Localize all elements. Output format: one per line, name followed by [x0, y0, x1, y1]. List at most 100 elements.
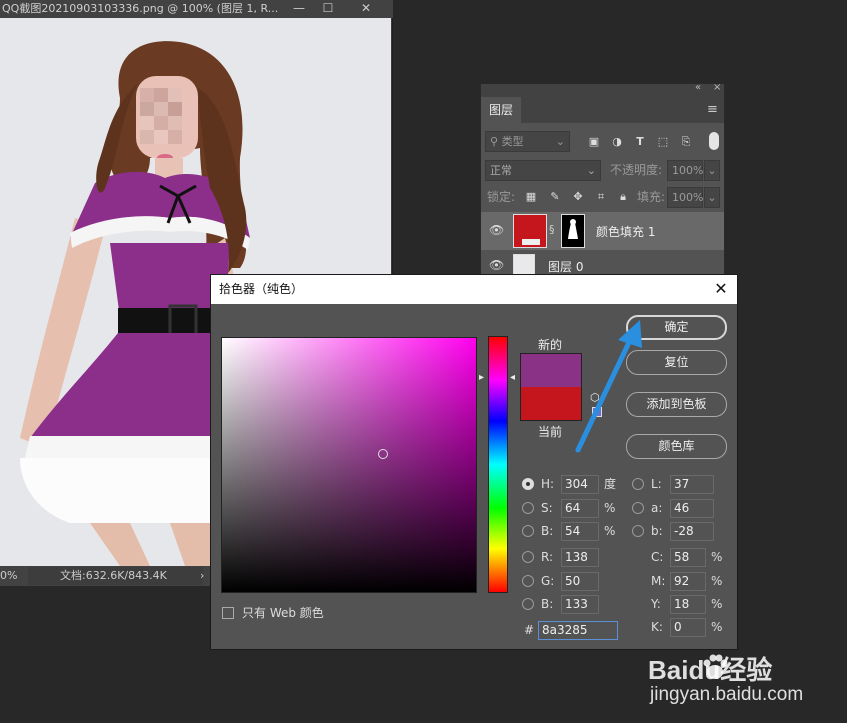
- radio-blue[interactable]: [522, 598, 534, 610]
- status-arrow-icon[interactable]: ›: [200, 566, 204, 586]
- a-input[interactable]: 46: [670, 499, 714, 518]
- color-field-cursor[interactable]: [378, 449, 388, 459]
- web-only-label: 只有 Web 颜色: [242, 606, 324, 620]
- panel-tab-row: 图层 ≡: [481, 97, 724, 123]
- close-window-button[interactable]: ✕: [353, 0, 379, 18]
- layer-name: 图层 0: [548, 260, 584, 274]
- s-label: S:: [541, 501, 553, 515]
- g-input[interactable]: 50: [561, 572, 599, 591]
- s-unit: %: [604, 501, 616, 515]
- lock-artboard-icon[interactable]: ⌗: [594, 190, 608, 204]
- fill-dropdown-icon[interactable]: ⌄: [704, 187, 720, 208]
- g-label: G:: [541, 574, 555, 588]
- zoom-level: 0%: [0, 569, 18, 582]
- tab-layers[interactable]: 图层: [481, 97, 522, 123]
- radio-a[interactable]: [632, 502, 644, 514]
- watermark-brand: Baidu经验: [648, 655, 773, 685]
- k-input[interactable]: 0: [670, 618, 706, 637]
- k-unit: %: [711, 620, 723, 634]
- image-filter-icon[interactable]: ▣: [587, 135, 601, 149]
- color-field[interactable]: [221, 337, 477, 593]
- adjustment-filter-icon[interactable]: ◑: [610, 135, 624, 149]
- radio-g[interactable]: [522, 575, 534, 587]
- radio-r[interactable]: [522, 551, 534, 563]
- h-input[interactable]: 304: [561, 475, 599, 494]
- b-unit: %: [604, 524, 616, 538]
- type-filter-icon[interactable]: T: [633, 135, 647, 149]
- radio-b[interactable]: [522, 525, 534, 537]
- fill-layer-thumbnail: [513, 214, 547, 248]
- radio-h[interactable]: [522, 478, 534, 490]
- maximize-button[interactable]: ☐: [315, 0, 341, 18]
- chevron-down-icon: ⌄: [555, 135, 565, 148]
- radio-s[interactable]: [522, 502, 534, 514]
- h-unit: 度: [604, 477, 617, 491]
- layer-row[interactable]: 👁︎ 图层 0: [481, 252, 724, 274]
- hue-slider-right-arrow-icon[interactable]: ◂: [510, 372, 515, 383]
- eye-icon[interactable]: 👁︎: [489, 223, 504, 237]
- l-input[interactable]: 37: [670, 475, 714, 494]
- fill-input[interactable]: 100%: [667, 187, 703, 208]
- y-input[interactable]: 18: [670, 595, 706, 614]
- current-label: 当前: [538, 425, 563, 439]
- color-picker-dialog: 拾色器（纯色） ✕ ▸ ◂ 新的 当前 ⬡ 确定 复位 添加到色板 颜色库 H:…: [210, 274, 738, 650]
- blue-input[interactable]: 133: [561, 595, 599, 614]
- smart-object-filter-icon[interactable]: ⎘: [679, 135, 693, 149]
- close-icon[interactable]: ✕: [711, 275, 731, 304]
- watermark-url: jingyan.baidu.com: [650, 684, 804, 705]
- blue-label: B:: [541, 597, 554, 611]
- new-label: 新的: [538, 338, 563, 352]
- radio-l[interactable]: [632, 478, 644, 490]
- c-input[interactable]: 58: [670, 548, 706, 567]
- radio-lab-b[interactable]: [632, 525, 644, 537]
- m-input[interactable]: 92: [670, 572, 706, 591]
- layers-panel: « × 图层 ≡ ⚲ 类型 ⌄ ▣ ◑ T ⬚ ⎘ 正常 ⌄ 不透明度: 100…: [480, 82, 725, 274]
- blend-mode-select[interactable]: 正常 ⌄: [485, 160, 601, 181]
- a-label: a:: [651, 501, 663, 515]
- lock-label: 锁定:: [487, 190, 516, 204]
- y-unit: %: [711, 597, 723, 611]
- link-icon[interactable]: §: [549, 223, 555, 236]
- eye-icon[interactable]: 👁︎: [489, 258, 504, 272]
- panel-header-bar: « ×: [481, 82, 724, 97]
- document-info: 文档:632.6K/843.4K: [60, 569, 167, 582]
- lock-transparency-icon[interactable]: ▦: [524, 190, 538, 204]
- baidu-watermark: Baidu经验: [648, 650, 838, 685]
- y-label: Y:: [651, 597, 661, 611]
- image-layer-thumbnail: [513, 254, 535, 274]
- collapse-icon[interactable]: «: [695, 82, 701, 93]
- filter-kind-label: 类型: [501, 135, 524, 148]
- web-only-checkbox[interactable]: [222, 607, 234, 619]
- hex-input[interactable]: 8a3285: [538, 621, 618, 640]
- filter-kind-select[interactable]: ⚲ 类型 ⌄: [485, 131, 570, 152]
- r-label: R:: [541, 550, 554, 564]
- m-label: M:: [651, 574, 666, 588]
- b-label: B:: [541, 524, 554, 538]
- search-icon: ⚲: [490, 135, 502, 148]
- lock-position-icon[interactable]: ✥: [571, 190, 585, 204]
- filter-toggle[interactable]: [709, 132, 719, 150]
- r-input[interactable]: 138: [561, 548, 599, 567]
- lab-b-input[interactable]: -28: [670, 522, 714, 541]
- layer-row[interactable]: 👁︎ § 颜色填充 1: [481, 212, 724, 250]
- close-panel-icon[interactable]: ×: [713, 82, 721, 93]
- opacity-dropdown-icon[interactable]: ⌄: [704, 160, 720, 181]
- l-label: L:: [651, 477, 662, 491]
- m-unit: %: [711, 574, 723, 588]
- c-unit: %: [711, 550, 723, 564]
- k-label: K:: [651, 620, 663, 634]
- layer-mask-thumbnail: [561, 214, 585, 248]
- hex-label: #: [524, 623, 535, 637]
- lock-all-icon[interactable]: 🔒︎: [616, 190, 630, 204]
- lock-pixels-icon[interactable]: ✎: [548, 190, 562, 204]
- opacity-input[interactable]: 100%: [667, 160, 703, 181]
- dialog-title: 拾色器（纯色）: [211, 275, 737, 304]
- b-input[interactable]: 54: [561, 522, 599, 541]
- hue-slider[interactable]: [488, 336, 508, 593]
- panel-menu-icon[interactable]: ≡: [707, 102, 718, 117]
- s-input[interactable]: 64: [561, 499, 599, 518]
- minimize-button[interactable]: —: [286, 0, 312, 18]
- hue-slider-left-arrow-icon[interactable]: ▸: [479, 372, 484, 383]
- layer-name: 颜色填充 1: [596, 225, 656, 239]
- shape-filter-icon[interactable]: ⬚: [656, 135, 670, 149]
